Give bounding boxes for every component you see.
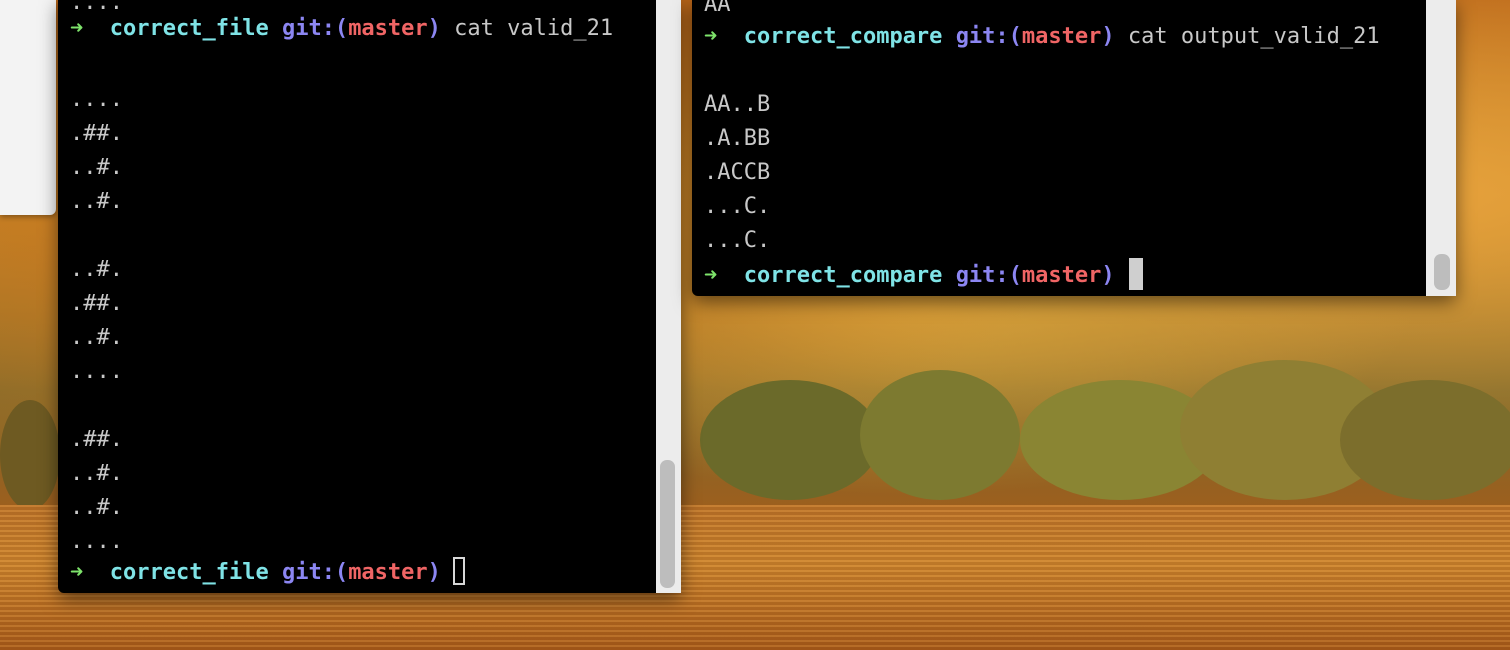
git-label-close: ) [427,560,441,585]
wallpaper-shrub [700,380,880,500]
output-line: .... [70,359,123,384]
output-line: ..#. [70,495,123,520]
prompt-directory: correct_file [109,16,269,41]
git-branch: master [1021,263,1102,288]
git-label: git:( [955,263,1022,288]
output-line: .##. [70,121,123,146]
output-line: ..#. [70,257,123,282]
prompt-arrow-icon: ➜ [70,560,84,585]
git-label: git:( [955,24,1022,49]
prompt-directory: correct_compare [743,263,943,288]
scrollbar-thumb-left[interactable] [660,460,675,588]
wallpaper-shrub [860,370,1020,500]
output-line: .##. [70,427,123,452]
git-branch: master [1021,24,1102,49]
output-line: AA..B [704,92,771,117]
git-branch: master [348,16,428,41]
output-line: ..#. [70,461,123,486]
terminal-window-left[interactable]: .... ➜ correct_file git:(master) cat val… [58,0,681,593]
scrollbar-right[interactable] [1426,0,1456,296]
git-label: git:( [281,16,349,41]
output-line: ...C. [704,194,771,219]
prompt-line: ➜ correct_file git:(master) cat valid_21 [70,12,613,46]
output-line: ..#. [70,189,123,214]
prompt-arrow-icon: ➜ [704,263,718,288]
output-line: .##. [70,291,123,316]
background-window-edge [0,0,56,215]
git-label-close: ) [1101,24,1115,49]
git-label-close: ) [1101,263,1115,288]
typed-command: cat valid_21 [454,16,614,41]
text-cursor [452,557,465,585]
wallpaper-shrub [1340,380,1510,500]
git-label-close: ) [427,16,441,41]
prompt-arrow-icon: ➜ [70,16,84,41]
output-line: ..#. [70,155,123,180]
output-line: ...C. [704,228,771,253]
output-line: .ACCB [704,160,771,185]
prompt-arrow-icon: ➜ [704,24,718,49]
output-line: .... [70,87,123,112]
terminal-window-right[interactable]: AA ➜ correct_compare git:(master) cat ou… [692,0,1456,296]
prompt-line: ➜ correct_compare git:(master) [704,258,1143,292]
git-label: git:( [281,560,349,585]
wallpaper-shrub [0,400,60,510]
prompt-line: ➜ correct_compare git:(master) cat outpu… [704,20,1380,54]
scrollbar-thumb-right[interactable] [1434,254,1450,290]
prompt-line: ➜ correct_file git:(master) [70,556,465,590]
text-cursor [1128,258,1143,290]
output-line: .A.BB [704,126,771,151]
output-line: AA [704,0,731,17]
prompt-directory: correct_compare [743,24,943,49]
output-line: ..#. [70,325,123,350]
typed-command: cat output_valid_21 [1127,24,1380,49]
git-branch: master [348,560,428,585]
output-line: .... [70,529,123,554]
prompt-directory: correct_file [109,560,269,585]
